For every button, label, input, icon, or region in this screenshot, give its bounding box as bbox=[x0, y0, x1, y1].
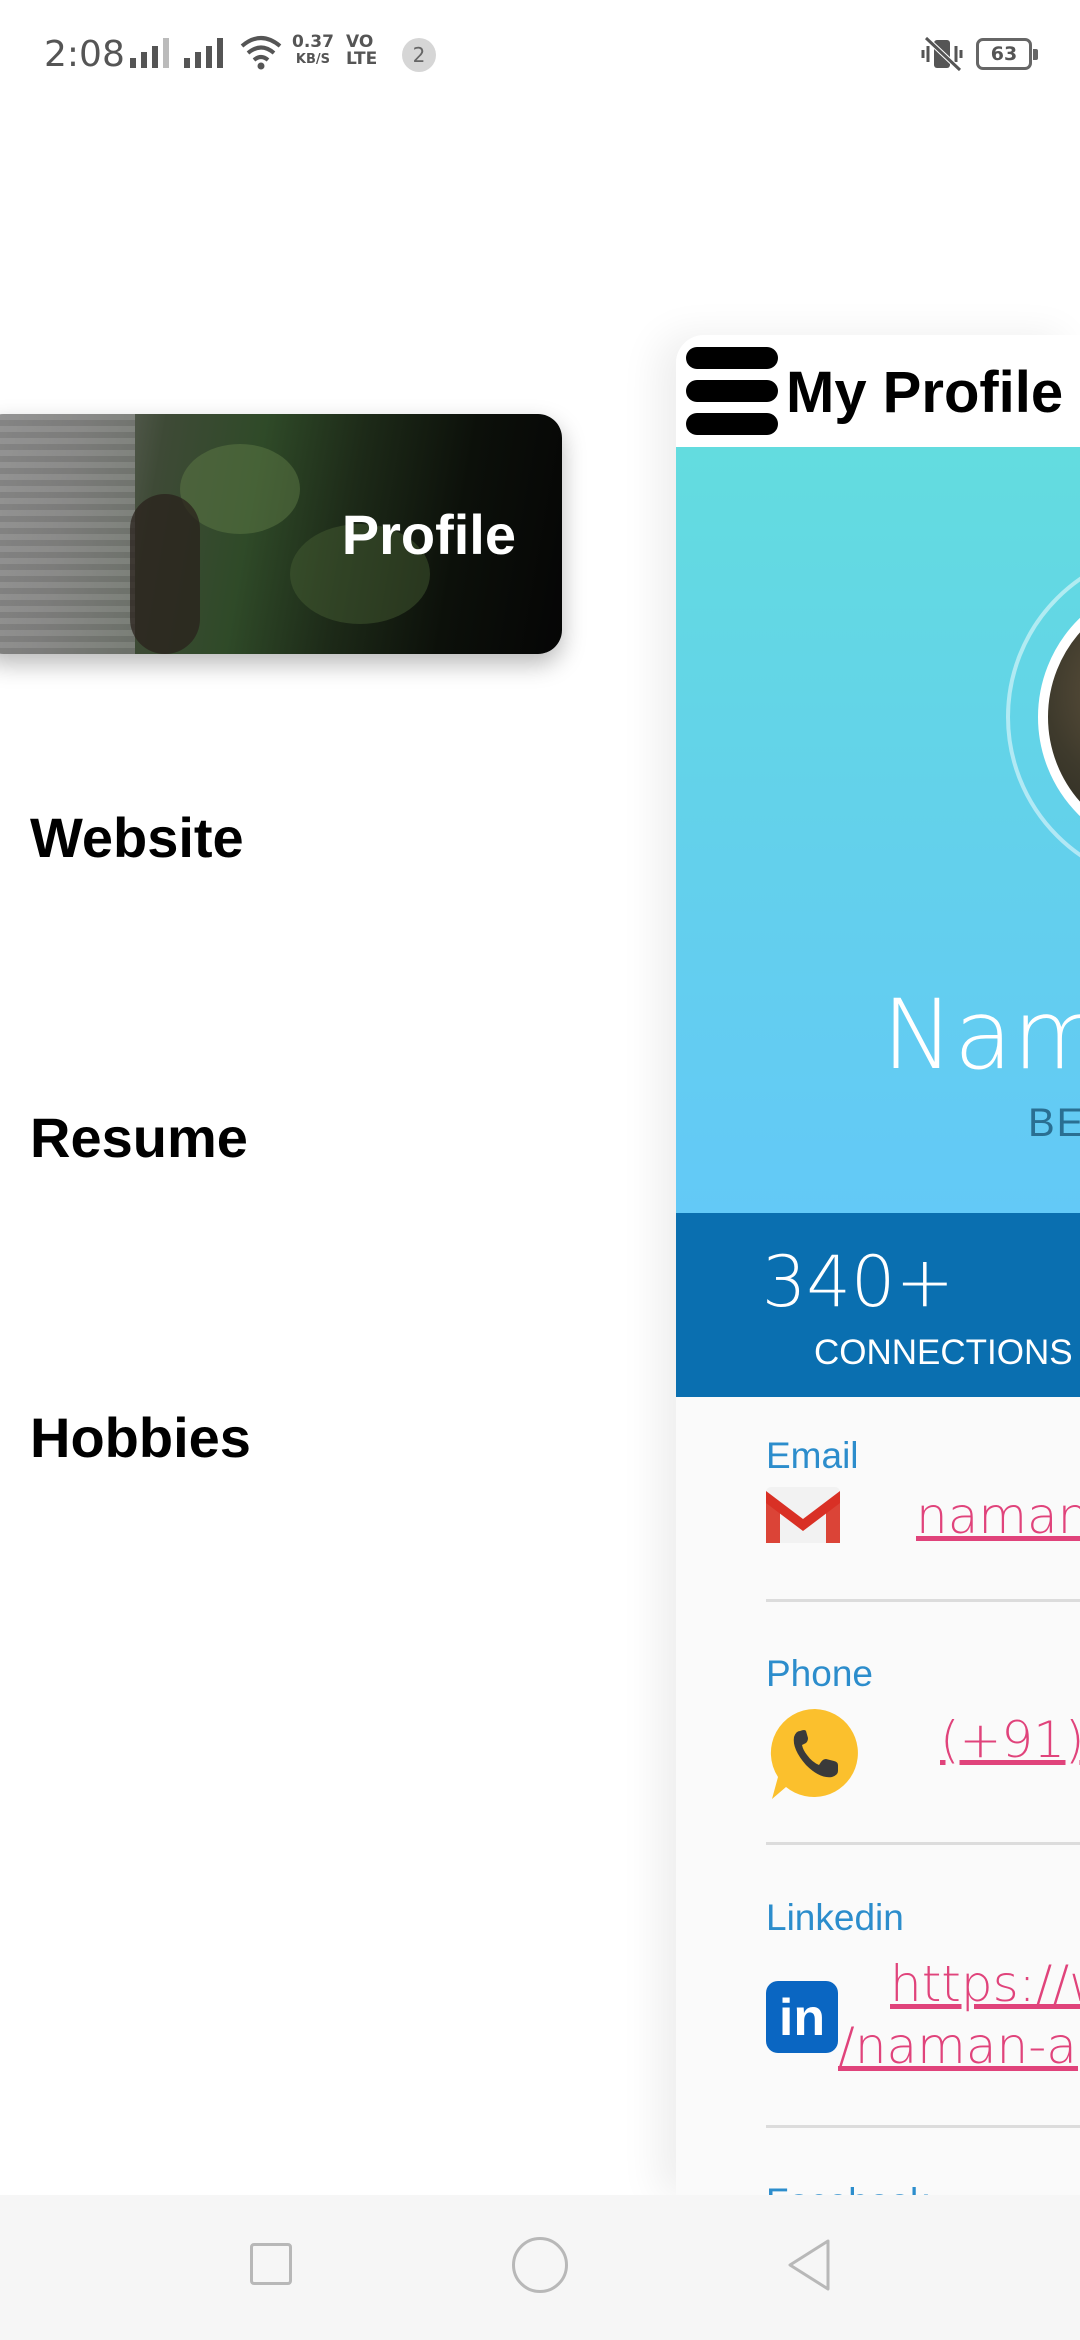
profile-degree: BE bbox=[1028, 1101, 1080, 1145]
linkedin-icon: in bbox=[766, 1981, 838, 2053]
contact-label: Email bbox=[766, 1435, 859, 1476]
divider bbox=[766, 1599, 1080, 1602]
signal-icon bbox=[184, 36, 223, 68]
hamburger-menu-icon[interactable] bbox=[686, 345, 778, 437]
contact-label: Phone bbox=[766, 1653, 873, 1694]
status-bar: 2:08 0.37 KB/S VO LTE 2 63 bbox=[0, 0, 1080, 110]
divider bbox=[766, 2125, 1080, 2128]
recents-button[interactable] bbox=[250, 2243, 292, 2285]
notification-count-badge: 2 bbox=[402, 38, 436, 72]
linkedin-link[interactable]: https://w bbox=[890, 1955, 1080, 2013]
connections-count: 340+ bbox=[761, 1241, 955, 1323]
toolbar: My Profile bbox=[676, 335, 1080, 447]
drawer-item-resume[interactable]: Resume bbox=[30, 1105, 248, 1170]
drawer-item-profile[interactable]: Profile bbox=[0, 414, 562, 654]
back-button[interactable] bbox=[784, 2237, 834, 2293]
wifi-icon bbox=[240, 36, 282, 70]
drawer-item-hobbies[interactable]: Hobbies bbox=[30, 1405, 251, 1470]
status-time: 2:08 bbox=[44, 34, 125, 75]
profile-screen[interactable]: My Profile Nam BE 340+ CONNECTIONS Email… bbox=[676, 335, 1080, 2195]
divider bbox=[766, 1842, 1080, 1845]
vibrate-mute-icon bbox=[921, 36, 963, 72]
drawer-item-label: Profile bbox=[341, 503, 516, 566]
contact-label: Facebook bbox=[766, 2181, 929, 2195]
network-speed: 0.37 KB/S bbox=[292, 32, 334, 68]
volte-indicator: VO LTE bbox=[346, 32, 378, 69]
newspaper-background-image bbox=[0, 414, 135, 654]
navigation-drawer: Profile Website Resume Hobbies bbox=[0, 110, 676, 2195]
contact-label: Linkedin bbox=[766, 1897, 904, 1938]
drawer-item-website[interactable]: Website bbox=[30, 805, 244, 870]
home-button[interactable] bbox=[512, 2237, 568, 2293]
email-link[interactable]: naman bbox=[916, 1487, 1080, 1545]
page-title: My Profile bbox=[786, 360, 1064, 425]
stats-bar: 340+ CONNECTIONS bbox=[676, 1213, 1080, 1397]
linkedin-link-continued[interactable]: /naman-ag bbox=[838, 2017, 1080, 2075]
profile-header: Nam BE bbox=[676, 447, 1080, 1213]
gmail-icon bbox=[766, 1487, 840, 1543]
profile-name: Nam bbox=[882, 979, 1080, 1091]
connections-label: CONNECTIONS bbox=[814, 1333, 1073, 1372]
battery-icon: 63 bbox=[976, 38, 1038, 70]
navigation-bar bbox=[0, 2195, 1080, 2340]
signal-icon bbox=[130, 36, 169, 68]
phone-link[interactable]: (+91)9 bbox=[940, 1711, 1080, 1769]
phone-icon bbox=[770, 1708, 858, 1799]
